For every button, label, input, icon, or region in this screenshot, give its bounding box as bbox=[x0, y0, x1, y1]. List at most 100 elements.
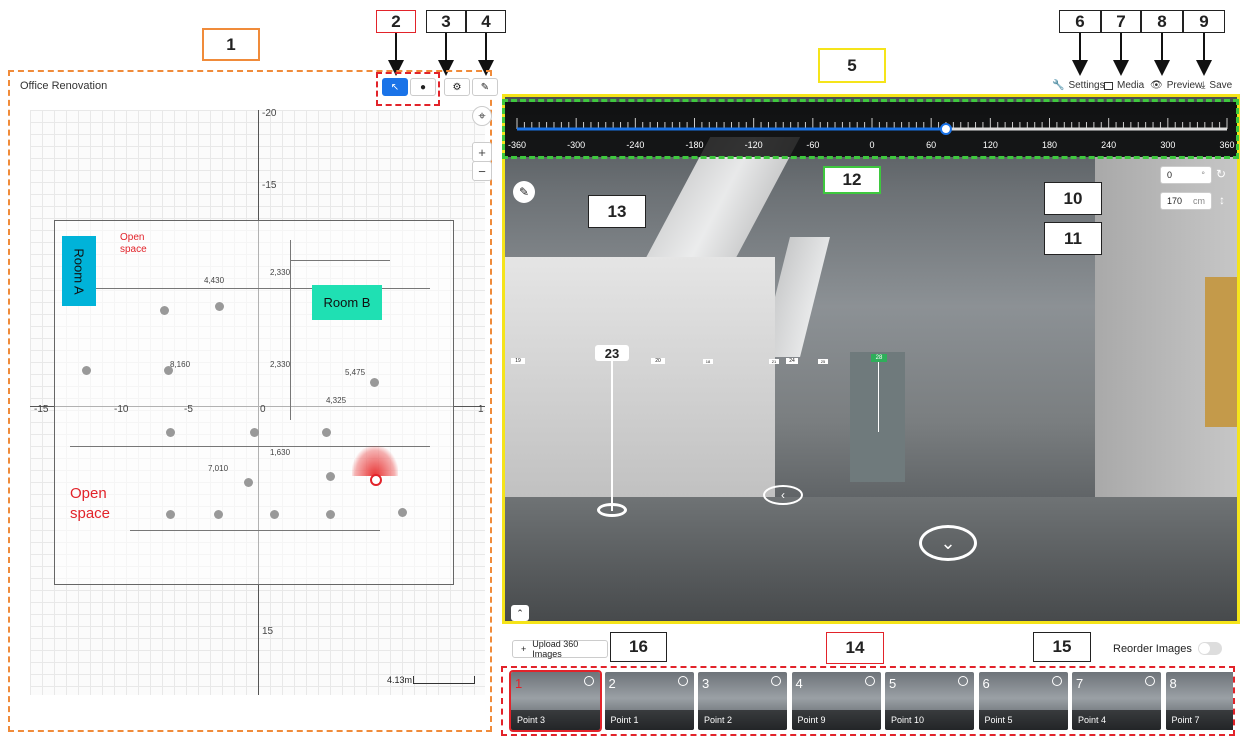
thumbnail-number: 8 bbox=[1169, 676, 1177, 691]
edit-map-button[interactable]: ✎ bbox=[472, 78, 498, 96]
thumbnail-number: 7 bbox=[1076, 676, 1084, 691]
thumbnail-number: 3 bbox=[702, 676, 710, 691]
download-icon: ⤓ bbox=[1201, 80, 1206, 91]
axis-tick: 0 bbox=[260, 404, 266, 415]
annotation-5: 5 bbox=[818, 48, 886, 83]
map-point[interactable] bbox=[398, 508, 407, 517]
reorder-toggle[interactable] bbox=[1198, 642, 1222, 655]
dim-label: 2,330 bbox=[270, 268, 291, 277]
annotation-8: 8 bbox=[1141, 10, 1183, 33]
panorama-icon[interactable] bbox=[771, 676, 781, 686]
gear-icon: ⚙ bbox=[452, 81, 462, 93]
reorder-label: Reorder Images bbox=[1113, 643, 1192, 655]
map-point[interactable] bbox=[215, 302, 224, 311]
axis-tick: -15 bbox=[262, 180, 277, 191]
cursor-icon: ↖ bbox=[390, 81, 400, 93]
zoom-in-button[interactable]: + bbox=[472, 142, 492, 162]
annotation-16: 16 bbox=[610, 632, 667, 662]
select-mode-button[interactable]: ↖ bbox=[382, 78, 408, 96]
axis-tick: -10 bbox=[114, 404, 129, 415]
room-b[interactable]: Room B bbox=[312, 285, 382, 320]
upload-label: Upload 360 Images bbox=[532, 639, 579, 659]
thumbnail-5[interactable]: 5 Point 10 bbox=[885, 672, 974, 730]
thumbnail-number: 5 bbox=[889, 676, 897, 691]
project-title: Office Renovation bbox=[20, 80, 108, 92]
thumbnail-label: Point 7 bbox=[1165, 710, 1233, 730]
annotation-11: 11 bbox=[1044, 222, 1102, 255]
thumbnail-number: 4 bbox=[795, 676, 803, 691]
current-position-marker[interactable] bbox=[370, 474, 382, 486]
dim-label: 4,430 bbox=[204, 276, 225, 285]
media-label: Media bbox=[1117, 80, 1145, 91]
panorama-icon[interactable] bbox=[864, 676, 875, 686]
panorama-icon[interactable] bbox=[584, 676, 594, 686]
thumbnail-7[interactable]: 7 Point 4 bbox=[1072, 672, 1161, 730]
annotation-3: 3 bbox=[426, 10, 466, 33]
map-point[interactable] bbox=[326, 472, 335, 481]
recenter-button[interactable]: ⌖ bbox=[472, 106, 492, 126]
thumbnail-number: 1 bbox=[515, 676, 523, 691]
save-button[interactable]: ⤓ Save bbox=[1201, 80, 1232, 91]
map-point[interactable] bbox=[166, 428, 175, 437]
panorama-icon[interactable] bbox=[677, 676, 688, 686]
panorama-icon[interactable] bbox=[1145, 676, 1155, 686]
map-point[interactable] bbox=[214, 510, 223, 519]
annotation-4: 4 bbox=[466, 10, 506, 33]
annotation-6: 6 bbox=[1059, 10, 1101, 33]
plus-icon: + bbox=[521, 644, 527, 654]
scale-bar bbox=[413, 676, 475, 684]
thumbnail-1[interactable]: 1 Point 3 bbox=[509, 670, 602, 732]
annotation-2: 2 bbox=[376, 10, 416, 33]
thumbnail-4[interactable]: 4 Point 9 bbox=[791, 672, 881, 730]
axis-tick: -15 bbox=[34, 404, 49, 415]
axis-tick: 1 bbox=[478, 404, 484, 415]
wall bbox=[130, 530, 380, 531]
upload-images-button[interactable]: + Upload 360 Images bbox=[512, 639, 608, 659]
thumbnail-6[interactable]: 6 Point 5 bbox=[978, 672, 1068, 730]
map-point[interactable] bbox=[244, 478, 253, 487]
thumbnail-strip: 1 Point 3 2 Point 1 3 Point 2 4 Point 9 5 Point 1… bbox=[505, 668, 1233, 734]
dim-label: 2,330 bbox=[270, 360, 291, 369]
scale-label: 4.13m bbox=[387, 675, 413, 685]
map-point[interactable] bbox=[250, 428, 259, 437]
room-a[interactable]: Room A bbox=[62, 236, 96, 306]
eye-icon: 👁 bbox=[1150, 80, 1163, 91]
media-button[interactable]: Media bbox=[1104, 80, 1144, 91]
map-point[interactable] bbox=[160, 306, 169, 315]
annotation-12: 12 bbox=[823, 166, 881, 194]
point-mode-button[interactable]: ● bbox=[410, 78, 436, 96]
map-point[interactable] bbox=[82, 366, 91, 375]
preview-button[interactable]: 👁 Preview bbox=[1150, 80, 1202, 91]
map-point[interactable] bbox=[326, 510, 335, 519]
annotation-7: 7 bbox=[1101, 10, 1141, 33]
map-point[interactable] bbox=[270, 510, 279, 519]
thumbnail-label: Point 4 bbox=[1072, 710, 1161, 730]
settings-label: Settings bbox=[1068, 80, 1105, 91]
dot-icon: ● bbox=[419, 81, 427, 93]
wrench-icon: 🔧 bbox=[1052, 80, 1065, 91]
map-point[interactable] bbox=[164, 366, 173, 375]
thumbnail-label: Point 5 bbox=[978, 710, 1068, 730]
map-settings-button[interactable]: ⚙ bbox=[444, 78, 470, 96]
panorama-icon[interactable] bbox=[958, 676, 968, 686]
thumbnail-label: Point 9 bbox=[791, 710, 881, 730]
dim-label: 5,475 bbox=[345, 368, 366, 377]
thumbnail-8[interactable]: 8 Point 7 bbox=[1165, 672, 1233, 730]
settings-button[interactable]: 🔧 Settings bbox=[1052, 80, 1105, 91]
map-point[interactable] bbox=[322, 428, 331, 437]
annotation-9: 9 bbox=[1183, 10, 1225, 33]
pencil-icon: ✎ bbox=[480, 81, 490, 93]
panorama-icon[interactable] bbox=[1051, 676, 1062, 686]
thumbnail-number: 2 bbox=[608, 676, 616, 691]
axis-tick: -20 bbox=[262, 108, 277, 119]
floorplan-canvas[interactable]: Room A Room B Open space Open space 4,43… bbox=[30, 108, 485, 695]
map-point[interactable] bbox=[370, 378, 379, 387]
wall bbox=[290, 260, 390, 261]
zoom-out-button[interactable]: − bbox=[472, 161, 492, 181]
thumbnail-number: 6 bbox=[982, 676, 990, 691]
map-point[interactable] bbox=[166, 510, 175, 519]
thumbnail-3[interactable]: 3 Point 2 bbox=[698, 672, 787, 730]
dim-label: 7,010 bbox=[208, 464, 229, 473]
room-b-label: Room B bbox=[323, 295, 371, 310]
thumbnail-2[interactable]: 2 Point 1 bbox=[604, 672, 694, 730]
